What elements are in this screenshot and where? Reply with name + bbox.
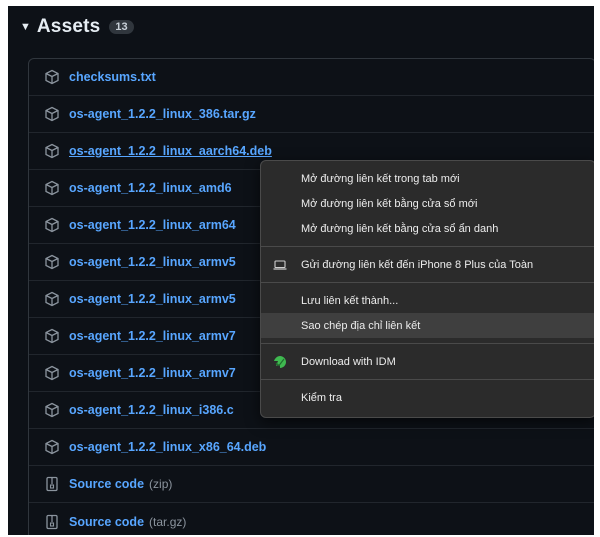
package-icon — [44, 106, 60, 122]
laptop-icon — [273, 258, 287, 272]
package-icon — [44, 439, 60, 455]
asset-row[interactable]: Source code (zip) — [29, 466, 594, 503]
package-icon — [44, 69, 60, 85]
asset-suffix: (tar.gz) — [149, 514, 187, 529]
assets-header[interactable]: ▼ Assets 13 — [20, 14, 134, 40]
package-icon — [44, 254, 60, 270]
asset-link[interactable]: os-agent_1.2.2_linux_386.tar.gz — [69, 107, 256, 121]
asset-link[interactable]: os-agent_1.2.2_linux_x86_64.deb — [69, 440, 266, 454]
menu-separator — [261, 282, 594, 283]
menu-item-open-new-tab[interactable]: Mở đường liên kết trong tab mới — [261, 166, 594, 191]
menu-item-send-to-device[interactable]: Gửi đường liên kết đến iPhone 8 Plus của… — [261, 252, 594, 277]
asset-link[interactable]: os-agent_1.2.2_linux_armv5 — [69, 292, 236, 306]
file-zip-icon — [44, 514, 60, 530]
context-menu: Mở đường liên kết trong tab mới Mở đường… — [260, 160, 594, 418]
menu-item-label: Mở đường liên kết bằng cửa sổ ẩn danh — [301, 222, 499, 235]
menu-separator — [261, 343, 594, 344]
asset-link-hovered[interactable]: os-agent_1.2.2_linux_aarch64.deb — [69, 144, 272, 158]
menu-item-label: Download with IDM — [301, 355, 396, 368]
asset-row[interactable]: checksums.txt — [29, 59, 594, 96]
menu-item-label: Mở đường liên kết trong tab mới — [301, 172, 460, 185]
package-icon — [44, 217, 60, 233]
package-icon — [44, 365, 60, 381]
package-icon — [44, 328, 60, 344]
menu-item-copy-link-address[interactable]: Sao chép địa chỉ liên kết — [261, 313, 594, 338]
asset-link[interactable]: os-agent_1.2.2_linux_armv5 — [69, 255, 236, 269]
menu-item-save-link-as[interactable]: Lưu liên kết thành... — [261, 288, 594, 313]
package-icon — [44, 180, 60, 196]
package-icon — [44, 143, 60, 159]
menu-item-label: Gửi đường liên kết đến iPhone 8 Plus của… — [301, 258, 534, 271]
menu-item-label: Sao chép địa chỉ liên kết — [301, 319, 421, 332]
menu-separator — [261, 379, 594, 380]
asset-link[interactable]: os-agent_1.2.2_linux_i386.c — [69, 403, 234, 417]
asset-link[interactable]: os-agent_1.2.2_linux_arm64 — [69, 218, 236, 232]
asset-suffix: (zip) — [149, 477, 173, 491]
menu-separator — [261, 246, 594, 247]
asset-row[interactable]: os-agent_1.2.2_linux_x86_64.deb — [29, 429, 594, 466]
menu-item-label: Kiểm tra — [301, 391, 342, 404]
idm-icon — [273, 355, 287, 369]
menu-item-label: Mở đường liên kết bằng cửa sổ mới — [301, 197, 478, 210]
assets-count-badge: 13 — [109, 20, 134, 34]
asset-row[interactable]: Source code (tar.gz) — [29, 503, 594, 535]
menu-item-inspect[interactable]: Kiểm tra — [261, 385, 594, 410]
package-icon — [44, 291, 60, 307]
file-zip-icon — [44, 476, 60, 492]
asset-row[interactable]: os-agent_1.2.2_linux_386.tar.gz — [29, 96, 594, 133]
asset-link[interactable]: Source code — [69, 477, 144, 491]
asset-link[interactable]: Source code — [69, 515, 144, 529]
asset-link[interactable]: os-agent_1.2.2_linux_amd6 — [69, 181, 232, 195]
menu-item-open-new-window[interactable]: Mở đường liên kết bằng cửa sổ mới — [261, 191, 594, 216]
package-icon — [44, 402, 60, 418]
menu-item-label: Lưu liên kết thành... — [301, 294, 399, 307]
release-page: ▼ Assets 13 checksums.txt os-agent_1.2.2… — [8, 6, 594, 535]
menu-item-download-with-idm[interactable]: Download with IDM — [261, 349, 594, 374]
asset-link[interactable]: os-agent_1.2.2_linux_armv7 — [69, 366, 236, 380]
asset-link[interactable]: os-agent_1.2.2_linux_armv7 — [69, 329, 236, 343]
asset-link[interactable]: checksums.txt — [69, 70, 156, 84]
menu-item-open-incognito[interactable]: Mở đường liên kết bằng cửa sổ ẩn danh — [261, 216, 594, 241]
caret-down-icon[interactable]: ▼ — [20, 21, 31, 33]
assets-title: Assets — [36, 16, 101, 37]
